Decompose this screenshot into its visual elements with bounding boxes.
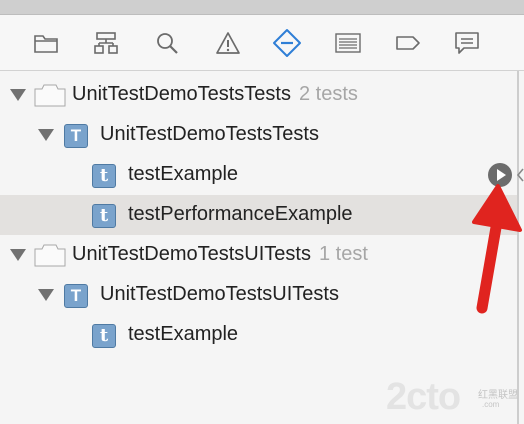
window-top-strip (0, 0, 524, 15)
navigator-selector-bar (0, 15, 524, 71)
disclosure-triangle-icon[interactable] (10, 249, 26, 261)
test-navigator-tree: UnitTestDemoTestsTests 2 tests T UnitTest… (0, 71, 517, 424)
disclosure-triangle-icon[interactable] (10, 89, 26, 101)
test-method-icon: t (92, 164, 116, 188)
test-bundle-icon (34, 84, 66, 107)
hierarchy-icon[interactable] (89, 27, 123, 59)
test-navigator-icon[interactable] (270, 27, 304, 59)
bundle-name: UnitTestDemoTestsUITests (72, 243, 311, 265)
class-name: UnitTestDemoTestsUITests (100, 283, 339, 305)
warning-icon[interactable] (211, 27, 245, 59)
test-bundle-row[interactable]: UnitTestDemoTestsUITests 1 test (0, 235, 517, 275)
test-name: testExample (128, 163, 239, 185)
test-name: testExample (128, 323, 239, 345)
test-class-icon: T (64, 284, 88, 308)
test-method-icon: t (92, 204, 116, 228)
watermark-url: .com (482, 400, 500, 409)
test-method-row[interactable]: t testExample (0, 315, 517, 355)
report-icon[interactable] (450, 27, 484, 59)
test-count: 1 test (318, 243, 368, 265)
watermark-tagline: 红黑联盟 (478, 390, 518, 401)
folder-icon[interactable] (29, 27, 63, 59)
test-count: 2 tests (298, 83, 358, 105)
test-class-icon: T (64, 124, 88, 148)
test-method-icon: t (92, 324, 116, 348)
watermark-logo: 2cto (386, 376, 461, 418)
bundle-name: UnitTestDemoTestsTests (72, 83, 291, 105)
test-class-row[interactable]: T UnitTestDemoTestsUITests (0, 275, 517, 315)
test-method-row[interactable]: t testExample (0, 155, 517, 195)
test-bundle-row[interactable]: UnitTestDemoTestsTests 2 tests (0, 75, 517, 115)
class-name: UnitTestDemoTestsTests (100, 123, 319, 145)
test-method-row-selected[interactable]: t testPerformanceExample (0, 195, 517, 235)
search-icon[interactable] (150, 27, 184, 59)
test-bundle-icon (34, 244, 66, 267)
disclosure-triangle-icon[interactable] (38, 129, 54, 141)
disclosure-triangle-icon[interactable] (38, 289, 54, 301)
debug-list-icon[interactable] (331, 27, 365, 59)
annotation-arrow (472, 184, 522, 314)
breakpoint-icon[interactable] (391, 27, 425, 59)
test-name: testPerformanceExample (128, 203, 353, 225)
test-class-row[interactable]: T UnitTestDemoTestsTests (0, 115, 517, 155)
